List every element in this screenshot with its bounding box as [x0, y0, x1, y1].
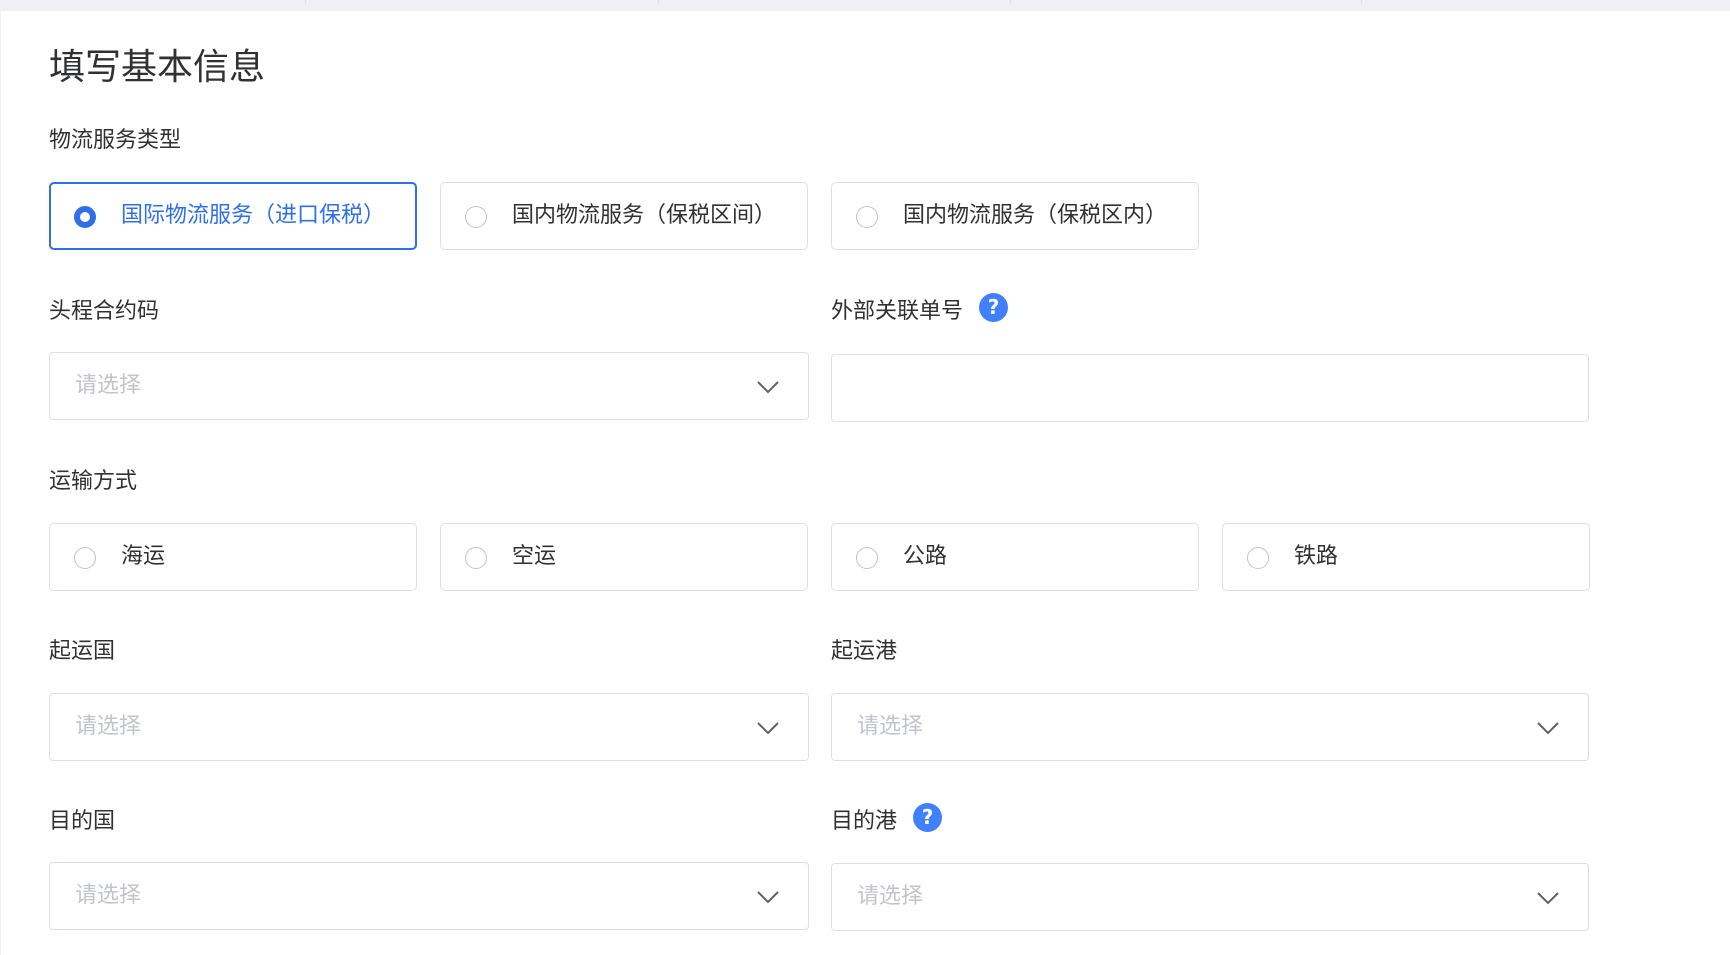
origin-port-label: 起运港 — [831, 639, 898, 664]
radio-option-label: 铁路 — [1294, 544, 1339, 569]
radio-unchecked-icon — [465, 547, 487, 569]
radio-option-label: 国内物流服务（保税区内） — [903, 203, 1168, 228]
transport-option-sea[interactable]: 海运 — [49, 523, 417, 591]
dest-port-select[interactable]: 请选择 — [831, 863, 1589, 931]
service-type-option-domestic-bonded-intra[interactable]: 国内物流服务（保税区内） — [831, 182, 1199, 250]
radio-unchecked-icon — [465, 206, 487, 228]
service-type-option-international-import-bonded[interactable]: 国际物流服务（进口保税） — [49, 182, 417, 250]
select-placeholder: 请选择 — [857, 884, 924, 909]
radio-option-label: 公路 — [903, 544, 948, 569]
select-placeholder: 请选择 — [75, 373, 142, 398]
radio-unchecked-icon — [856, 547, 878, 569]
origin-port-select[interactable]: 请选择 — [831, 693, 1589, 761]
chevron-down-icon — [757, 381, 779, 394]
radio-option-label: 海运 — [121, 544, 166, 569]
contract-code-label: 头程合约码 — [49, 299, 160, 324]
top-tab-divider — [1011, 0, 1362, 4]
page-title: 填写基本信息 — [49, 47, 266, 88]
select-placeholder: 请选择 — [75, 714, 142, 739]
chevron-down-icon — [1537, 892, 1559, 905]
external-ref-input-wrapper — [831, 354, 1589, 422]
contract-code-select[interactable]: 请选择 — [49, 352, 809, 420]
radio-option-label: 国内物流服务（保税区间） — [512, 203, 777, 228]
dest-country-label: 目的国 — [49, 809, 116, 834]
radio-option-label: 空运 — [512, 544, 557, 569]
origin-country-label: 起运国 — [49, 639, 116, 664]
chevron-down-icon — [1537, 722, 1559, 735]
service-type-label: 物流服务类型 — [49, 128, 182, 153]
external-ref-label: 外部关联单号 — [831, 299, 964, 324]
chevron-down-icon — [757, 891, 779, 904]
transport-option-rail[interactable]: 铁路 — [1222, 523, 1590, 591]
select-placeholder: 请选择 — [857, 714, 924, 739]
dest-country-select[interactable]: 请选择 — [49, 862, 809, 930]
top-tab-divider — [0, 0, 306, 4]
top-tab-divider — [306, 0, 659, 4]
transport-option-air[interactable]: 空运 — [440, 523, 808, 591]
help-question-icon[interactable]: ? — [979, 293, 1009, 322]
transport-option-road[interactable]: 公路 — [831, 523, 1199, 591]
radio-checked-icon — [74, 206, 96, 228]
radio-option-label: 国际物流服务（进口保税） — [121, 203, 386, 228]
radio-unchecked-icon — [856, 206, 878, 228]
basic-info-card: 填写基本信息 物流服务类型 国际物流服务（进口保税） 国内物流服务（保税区间） … — [1, 11, 1730, 955]
help-question-icon[interactable]: ? — [913, 803, 943, 832]
dest-port-label: 目的港 — [831, 809, 898, 834]
top-tab-strip — [0, 0, 1730, 11]
radio-unchecked-icon — [1247, 547, 1269, 569]
chevron-down-icon — [757, 722, 779, 735]
dest-port-label-row: 目的港? — [831, 803, 943, 837]
transport-mode-label: 运输方式 — [49, 469, 138, 494]
radio-unchecked-icon — [74, 547, 96, 569]
top-tab-divider — [659, 0, 1011, 4]
external-ref-input[interactable] — [832, 355, 1588, 421]
external-ref-label-row: 外部关联单号? — [831, 293, 1009, 327]
service-type-option-domestic-bonded-inter[interactable]: 国内物流服务（保税区间） — [440, 182, 808, 250]
select-placeholder: 请选择 — [75, 883, 142, 908]
origin-country-select[interactable]: 请选择 — [49, 693, 809, 761]
